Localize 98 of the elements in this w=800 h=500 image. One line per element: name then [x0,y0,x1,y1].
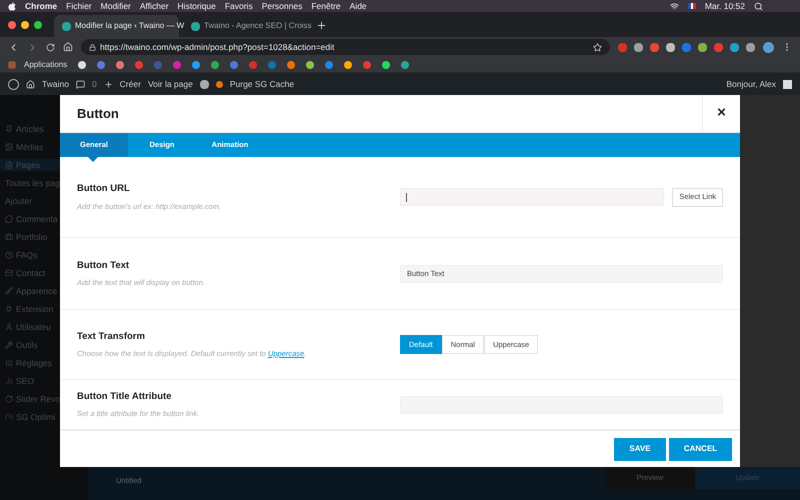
bookmark-icon[interactable] [401,60,410,68]
menu-icon [5,341,13,349]
cancel-button[interactable]: CANCEL [669,438,732,460]
flag-icon[interactable] [688,3,696,9]
bookmark-icon[interactable] [382,60,390,68]
purge-link[interactable]: Purge SG Cache [230,78,294,90]
field-label: Button URL [77,182,131,196]
extension-icon[interactable] [746,42,755,52]
sidebar-item[interactable]: Outils [16,338,38,352]
menu-item[interactable]: Favoris [224,0,253,12]
sidebar-item[interactable]: SG Optimi [16,410,56,424]
new-link[interactable]: Créer [120,78,141,90]
sidebar-item[interactable]: Articles [16,122,44,136]
apple-icon[interactable] [8,2,16,10]
url-field[interactable] [400,188,664,206]
sidebar-item[interactable]: Toutes les pag [5,176,60,190]
menu-icon [5,413,13,421]
site-icon [191,22,200,30]
sidebar-item[interactable]: SEO [16,374,34,388]
menu-icon [5,377,13,385]
site-link[interactable]: Twaino [42,78,69,90]
menu-item[interactable]: Fenêtre [311,0,341,12]
tab-title: Twaino - Agence SEO | Croiss [204,20,312,32]
new-tab-icon[interactable] [316,20,327,31]
zoom-window-icon[interactable] [34,20,42,28]
sidebar-item[interactable]: Médias [16,140,44,154]
menu-item[interactable]: Modifier [100,0,131,12]
plus-icon[interactable] [104,80,113,88]
extension-icon[interactable] [714,42,723,52]
sidebar-item[interactable]: Ajouter [5,194,32,208]
plugin-icon[interactable] [200,80,209,88]
clock: Mar. 10:52 [704,0,745,12]
bookmark-link[interactable]: Applications [24,58,68,70]
lock-icon [89,44,96,50]
field-label: Button Title Attribute [77,390,172,404]
menu-icon [5,233,13,241]
sidebar-item[interactable]: Slider Revo [16,392,60,406]
bookmark-icon[interactable] [344,60,352,68]
menu-item[interactable]: Fichier [66,0,92,12]
sidebar-item[interactable]: Utilisateu [16,320,51,334]
home-icon[interactable] [63,42,73,52]
comment-count: 0 [92,78,97,90]
wifi-icon[interactable] [670,2,679,10]
greeting[interactable]: Bonjour, Alex [726,78,776,90]
tab-pointer-icon [88,157,98,162]
extension-icon[interactable] [730,42,739,52]
menu-icon [5,125,13,133]
star-icon[interactable] [593,42,602,52]
bookmark-icon[interactable] [287,60,296,68]
extension-icon[interactable] [634,42,643,52]
bookmark-icon[interactable] [78,60,86,68]
field-label: Button Text [77,258,130,273]
extension-icon[interactable] [698,42,707,52]
menu-item[interactable]: Personnes [262,0,302,12]
sidebar-item[interactable]: Réglages [16,356,52,370]
menu-icon [5,359,13,367]
sidebar-item[interactable]: Commenta [16,212,58,226]
site-icon [62,22,71,30]
bookmark-icon[interactable] [211,60,220,68]
sidebar-item[interactable]: Apparence [16,284,58,298]
extension-icon[interactable] [682,42,691,52]
app-menu[interactable]: Chrome [25,0,58,12]
extension-icon[interactable] [650,42,659,52]
sidebar-item[interactable]: Extension [16,302,54,316]
minimize-window-icon[interactable] [21,20,29,28]
search-icon[interactable] [754,2,763,10]
bookmark-icon[interactable] [192,60,200,68]
menu-icon [5,161,13,169]
comment-icon[interactable] [76,80,85,88]
close-window-icon[interactable] [8,20,16,28]
menu-icon [5,395,13,403]
bookmark-icon[interactable] [116,60,124,68]
menu-icon [5,215,13,223]
menu-item[interactable]: Historique [178,0,216,12]
menu-icon [5,143,13,151]
field-label: Text Transform [77,330,146,344]
apps-icon[interactable] [8,60,16,68]
save-button[interactable]: SAVE [614,438,666,460]
bookmark-icon[interactable] [306,60,314,68]
menu-icon [5,287,13,295]
menu-icon [5,251,13,259]
menu-icon [5,323,13,331]
avatar-icon[interactable] [783,80,792,88]
sidebar-item[interactable]: Contact [16,266,46,280]
menu-icon [5,269,13,277]
sidebar-item[interactable]: Portfolio [16,230,48,244]
view-link[interactable]: Voir la page [148,78,193,90]
reload-icon[interactable] [46,42,55,52]
wordpress-icon[interactable] [8,78,19,90]
menu-icon [5,305,13,313]
address-field[interactable]: https://twaino.com/wp-admin/post.php?post=1028&action=edit [81,39,610,55]
dialog-title: Button [76,104,120,123]
home-icon[interactable] [26,80,35,88]
tab-title: Modifier la page ‹ Twaino — W [75,20,184,32]
sidebar-item[interactable]: FAQs [16,248,38,262]
extension-icon[interactable] [666,42,675,52]
menu-item[interactable]: Aide [350,0,367,12]
menu-item[interactable]: Afficher [140,0,169,12]
